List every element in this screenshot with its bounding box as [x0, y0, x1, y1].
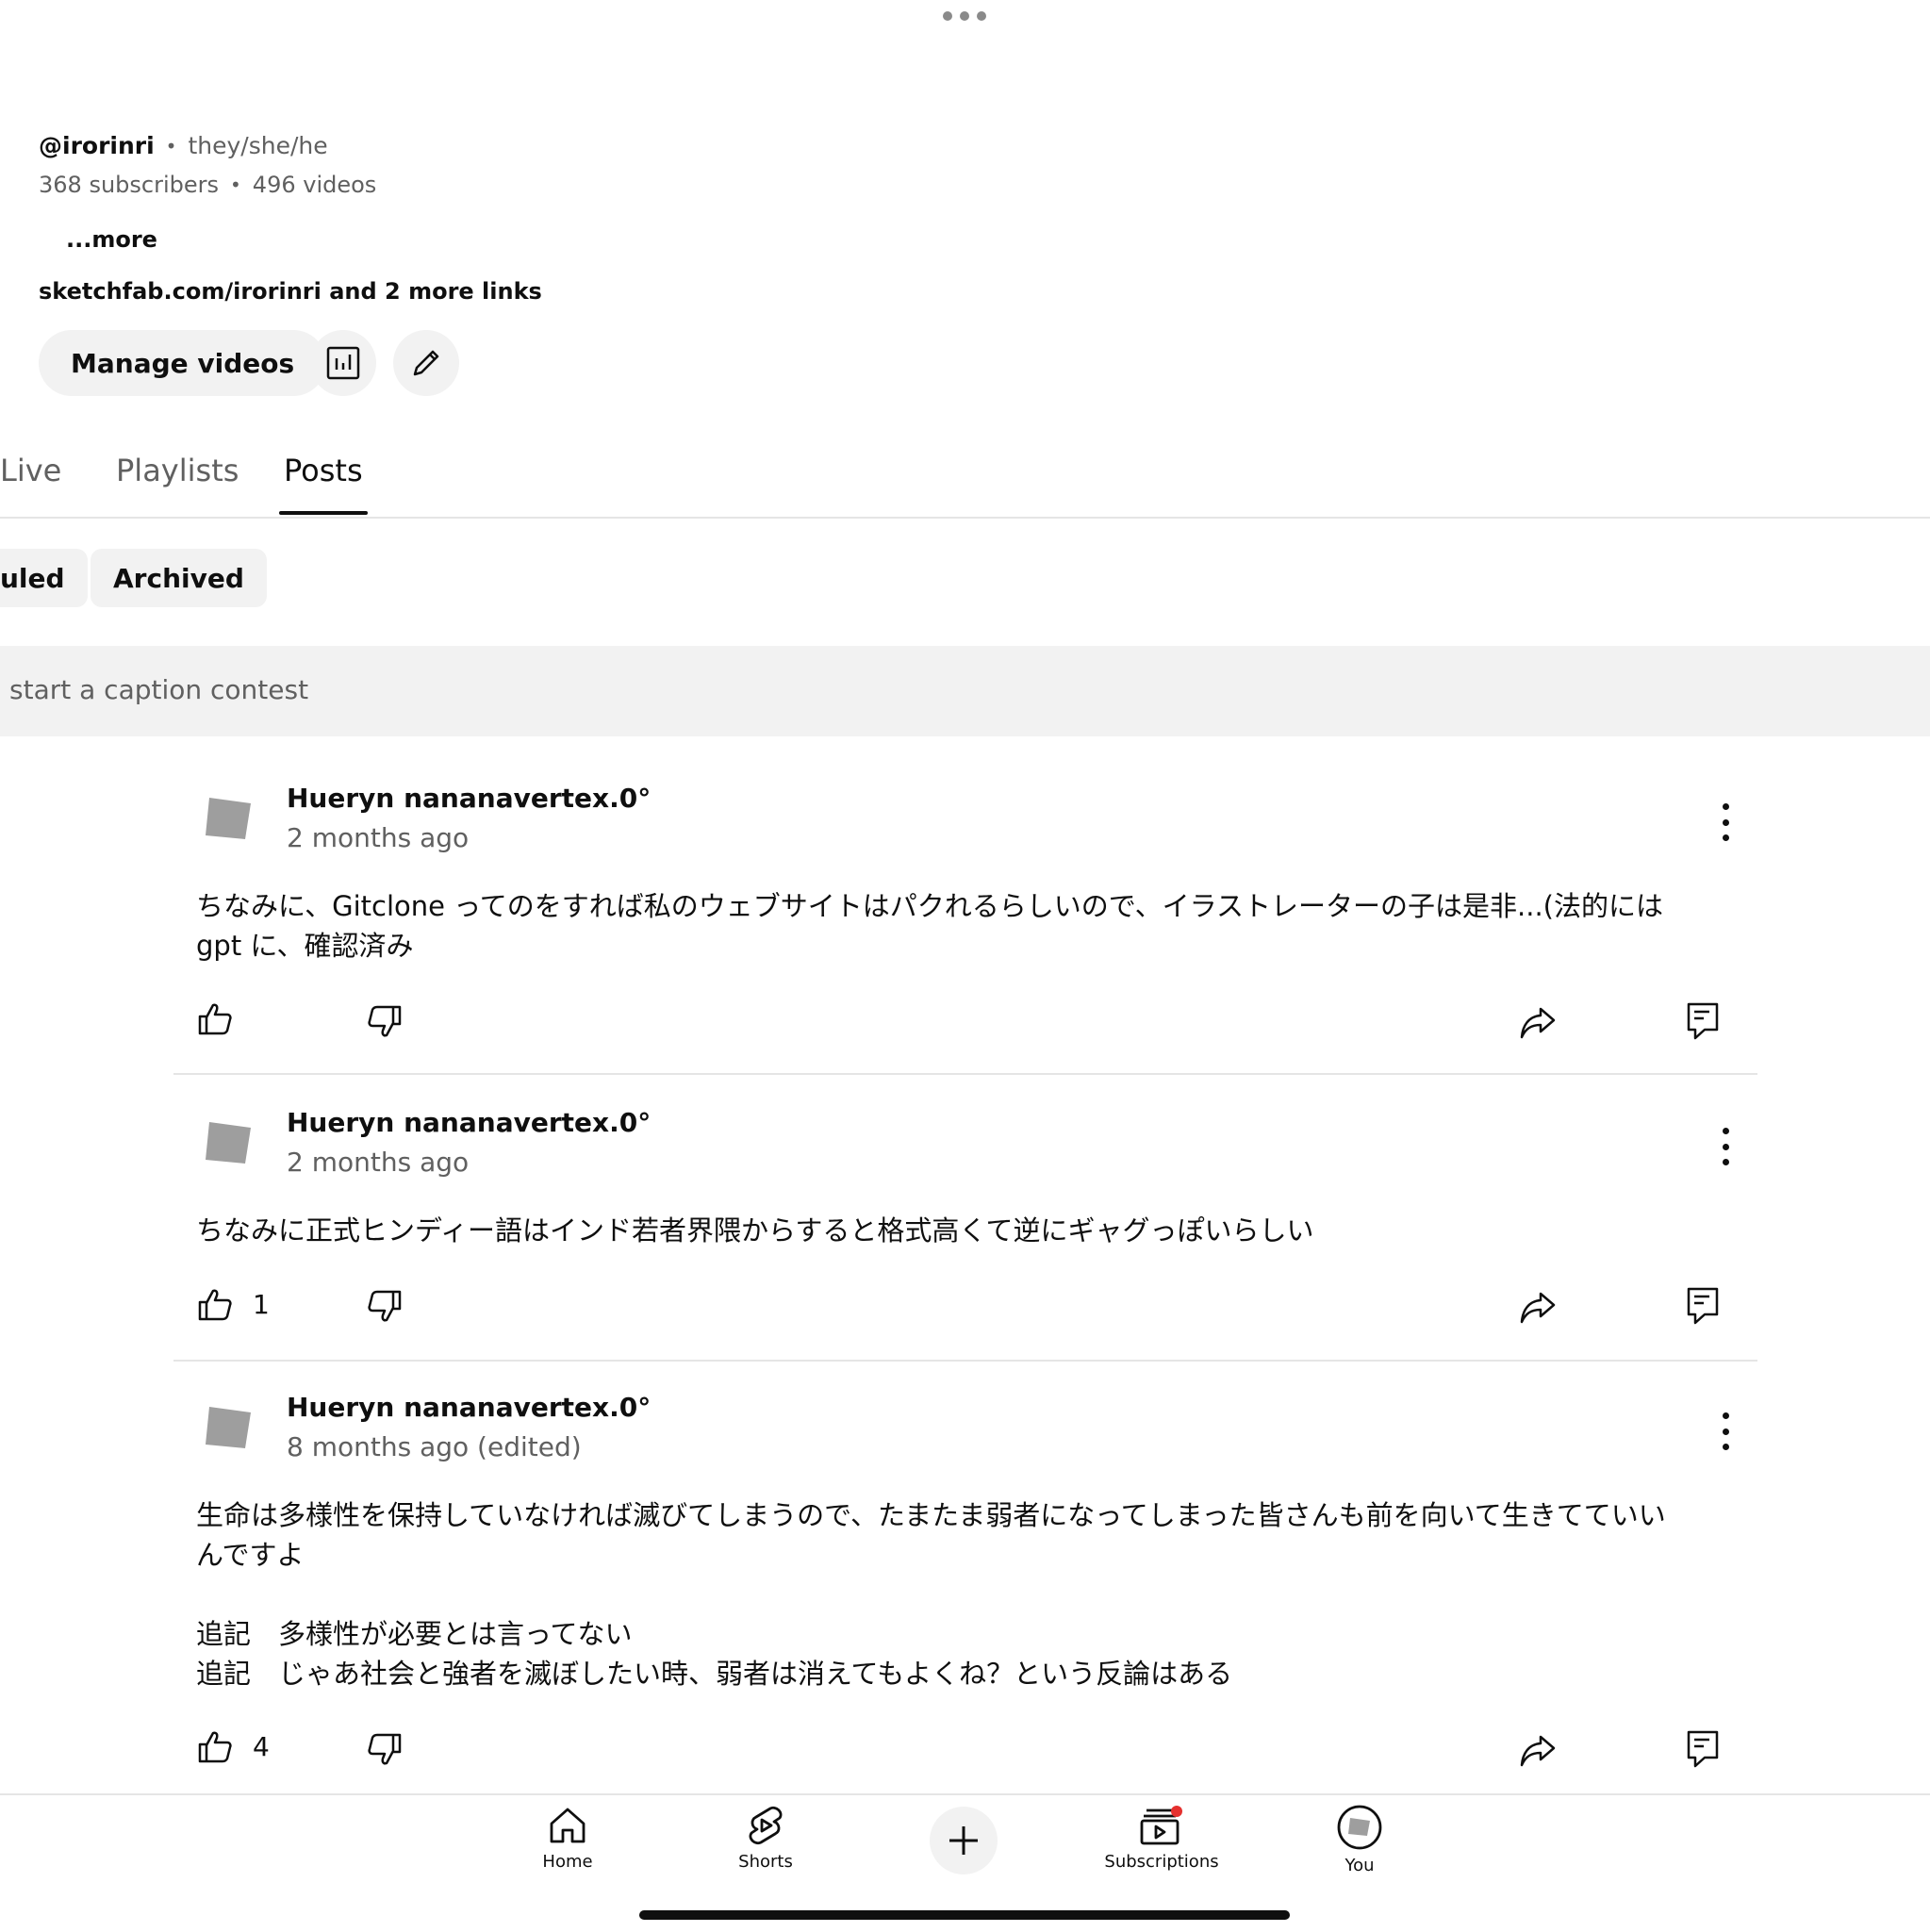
profile-avatar-icon [1337, 1805, 1382, 1850]
more-options-button[interactable] [1720, 1412, 1731, 1450]
divider [173, 1360, 1757, 1362]
post-card: Hueryn nananavertex.0° 8 months ago (edi… [173, 1382, 1757, 1793]
avatar[interactable] [202, 1401, 255, 1454]
share-icon [1520, 1735, 1556, 1767]
divider [173, 1073, 1757, 1075]
comments-button[interactable] [1686, 1286, 1720, 1326]
like-button[interactable]: 4 [196, 1727, 270, 1765]
nav-subscriptions-label: Subscriptions [1104, 1852, 1219, 1872]
comment-icon [1687, 1287, 1719, 1325]
like-button[interactable]: 1 [196, 1285, 270, 1323]
active-tab-indicator [279, 511, 368, 515]
channel-links[interactable]: sketchfab.com/irorinri and 2 more links [39, 278, 542, 305]
post-time: 2 months ago [287, 822, 470, 853]
dot [1722, 1159, 1729, 1165]
post-text: ちなみに正式ヒンディー語はインド若者界隈からすると格式高くて逆にギャグっぽいらし… [196, 1214, 1314, 1247]
dot [1722, 803, 1729, 810]
channel-handle-row: @irorinri • they/she/he [39, 132, 328, 159]
post-card: Hueryn nananavertex.0° 2 months ago ちなみに… [173, 773, 1757, 1075]
post-text: ちなみに、Gitclone ってのをすれば私のウェブサイトはパクれるらしいので、… [196, 890, 1663, 962]
window-drag-handle[interactable] [943, 11, 986, 21]
tab-live[interactable]: Live [0, 453, 61, 488]
separator-dot: • [165, 134, 177, 157]
comments-button[interactable] [1686, 1729, 1720, 1769]
like-count: 4 [253, 1730, 270, 1762]
analytics-button[interactable] [310, 330, 376, 396]
analytics-icon [326, 346, 360, 380]
nav-shorts-label: Shorts [738, 1852, 793, 1872]
like-button[interactable] [196, 999, 253, 1037]
avatar[interactable] [202, 792, 255, 845]
create-button[interactable] [930, 1807, 998, 1874]
dot [1722, 818, 1729, 826]
nav-subscriptions[interactable]: Subscriptions [1077, 1805, 1246, 1872]
plus-icon [949, 1826, 978, 1855]
bottom-navigation: Home Shorts Subscriptions You [0, 1793, 1930, 1932]
dot [1722, 1444, 1729, 1450]
post-author[interactable]: Hueryn nananavertex.0° [287, 1107, 651, 1138]
dislike-button[interactable] [366, 1288, 404, 1326]
share-button[interactable] [1518, 1731, 1558, 1769]
dislike-button[interactable] [366, 1003, 404, 1041]
separator-dot: • [230, 173, 241, 196]
dislike-button[interactable] [366, 1731, 404, 1769]
dot [1722, 1412, 1729, 1419]
share-button[interactable] [1518, 1003, 1558, 1041]
thumbs-up-icon [198, 1731, 232, 1763]
more-options-button[interactable] [1720, 803, 1731, 841]
post-time: 8 months ago (edited) [287, 1431, 582, 1462]
dot [943, 11, 952, 21]
manage-videos-button[interactable]: Manage videos [39, 330, 327, 396]
comments-button[interactable] [1686, 1001, 1720, 1041]
channel-tabs: Live Playlists Posts [0, 443, 1930, 519]
dot [977, 11, 986, 21]
pencil-icon [413, 350, 439, 376]
dot [1722, 834, 1729, 841]
subscriber-count: 368 subscribers [39, 172, 219, 198]
dot [1722, 1128, 1729, 1134]
post-author[interactable]: Hueryn nananavertex.0° [287, 1392, 651, 1423]
avatar[interactable] [202, 1116, 255, 1169]
comment-icon [1687, 1002, 1719, 1040]
channel-handle: @irorinri [39, 132, 155, 159]
tab-playlists[interactable]: Playlists [116, 453, 239, 488]
post-author[interactable]: Hueryn nananavertex.0° [287, 783, 651, 814]
shorts-icon [749, 1806, 783, 1845]
home-indicator[interactable] [639, 1910, 1290, 1920]
thumbs-down-icon [368, 1005, 402, 1037]
thumbs-up-icon [198, 1289, 232, 1321]
like-count: 1 [253, 1288, 270, 1320]
nav-shorts[interactable]: Shorts [681, 1805, 850, 1872]
dot [1722, 1143, 1729, 1150]
share-icon [1520, 1007, 1556, 1039]
more-options-button[interactable] [1720, 1128, 1731, 1165]
dot [1722, 1428, 1729, 1435]
video-count: 496 videos [252, 172, 377, 198]
post-card: Hueryn nananavertex.0° 2 months ago ちなみに… [173, 1098, 1757, 1362]
channel-pronouns: they/she/he [188, 132, 328, 159]
dot [960, 11, 969, 21]
chip-scheduled[interactable]: uled [0, 549, 88, 607]
channel-stats: 368 subscribers • 496 videos [39, 172, 376, 198]
edit-channel-button[interactable] [393, 330, 459, 396]
chip-archived[interactable]: Archived [91, 549, 267, 607]
share-icon [1520, 1292, 1556, 1324]
tab-posts[interactable]: Posts [284, 453, 363, 488]
subscriptions-icon [1140, 1806, 1182, 1845]
nav-you[interactable]: You [1275, 1805, 1444, 1875]
home-icon [550, 1808, 586, 1843]
comment-icon [1687, 1730, 1719, 1768]
post-time: 2 months ago [287, 1147, 470, 1178]
description-more-link[interactable]: ...more [66, 226, 157, 253]
share-button[interactable] [1518, 1288, 1558, 1326]
nav-you-label: You [1344, 1856, 1375, 1875]
banner-text: start a caption contest [9, 674, 309, 705]
nav-home-label: Home [542, 1852, 593, 1872]
thumbs-down-icon [368, 1290, 402, 1322]
thumbs-up-icon [198, 1003, 232, 1035]
post-text: 生命は多様性を保持していなければ滅びてしまうので、たまたま弱者になってしまった皆… [196, 1499, 1666, 1690]
nav-home[interactable]: Home [483, 1805, 652, 1872]
thumbs-down-icon [368, 1733, 402, 1765]
create-post-banner[interactable]: start a caption contest [0, 646, 1930, 736]
